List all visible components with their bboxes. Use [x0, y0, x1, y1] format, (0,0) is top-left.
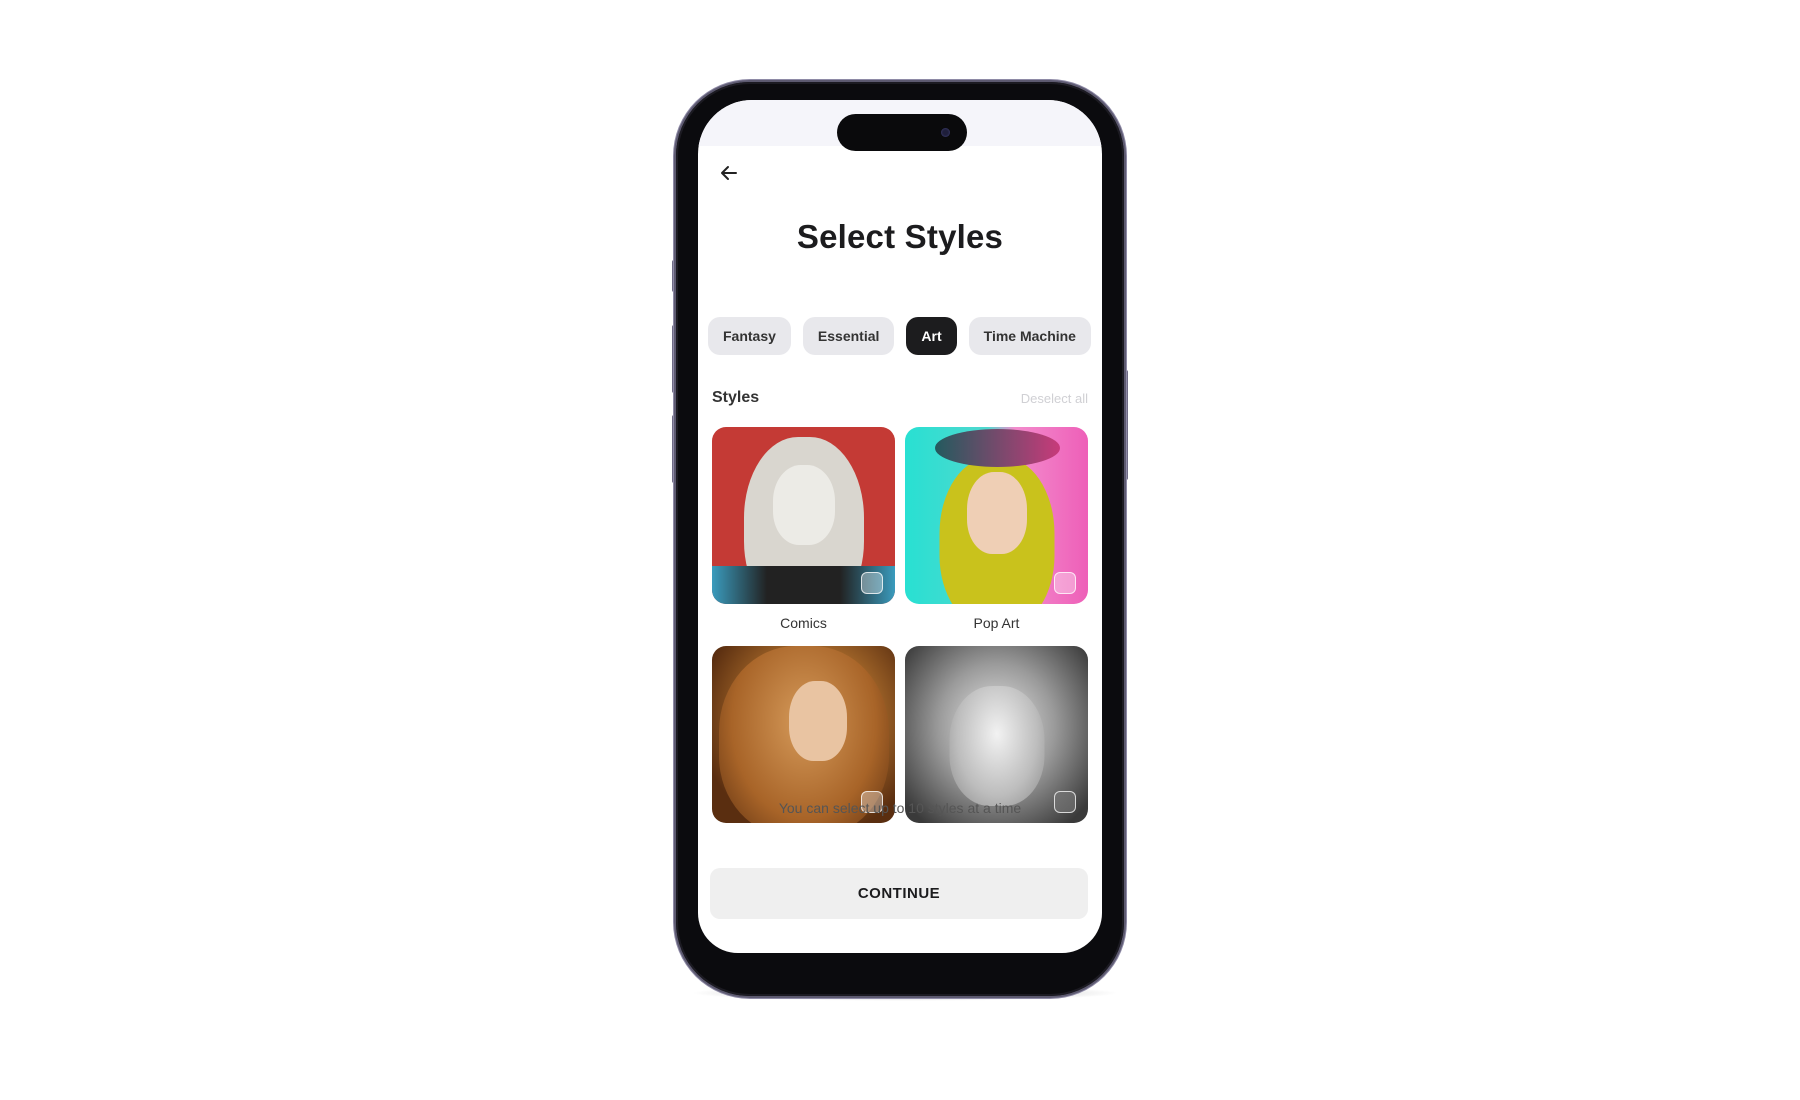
style-label [905, 823, 1088, 865]
dynamic-island [837, 114, 967, 151]
page-title: Select Styles [796, 218, 1004, 255]
style-label: Pop Art [973, 615, 1020, 631]
deselect-all-link[interactable]: Deselect all [1021, 391, 1088, 406]
tab-fantasy[interactable]: Fantasy [708, 317, 791, 355]
style-thumbnail [712, 646, 895, 823]
continue-button[interactable]: CONTINUE [710, 868, 1088, 919]
select-checkbox[interactable] [1054, 572, 1076, 594]
portrait-face [966, 472, 1027, 554]
style-card-4[interactable] [905, 646, 1088, 865]
tab-essential[interactable]: Essential [802, 317, 895, 355]
section-title: Styles [712, 389, 760, 406]
phone-frame: Select Styles Fantasy Essential Art Time… [676, 82, 1124, 996]
camera-icon [941, 128, 950, 137]
portrait-face [949, 686, 1044, 806]
arrow-left-icon [721, 166, 737, 180]
style-label [712, 823, 895, 865]
style-card-pop-art[interactable]: Pop Art [905, 427, 1088, 646]
portrait-face [789, 681, 848, 761]
tab-time-machine[interactable]: Time Machine [968, 317, 1091, 355]
app-screen: Select Styles Fantasy Essential Art Time… [698, 100, 1102, 953]
back-button[interactable] [714, 158, 744, 188]
selection-limit-hint: You can select up to 10 styles at a time [778, 800, 1022, 816]
style-thumbnail [712, 427, 895, 604]
power-button [1124, 370, 1128, 480]
style-card-3[interactable] [712, 646, 895, 865]
portrait-face [772, 465, 835, 545]
style-card-comics[interactable]: Comics [712, 427, 895, 646]
tab-art[interactable]: Art [906, 317, 957, 355]
styles-header: Styles Deselect all [712, 389, 1088, 407]
style-thumbnail [905, 646, 1088, 823]
style-thumbnail [905, 427, 1088, 604]
category-tabs: Fantasy Essential Art Time Machine [708, 317, 1091, 355]
portrait-hat [935, 429, 1060, 467]
select-checkbox[interactable] [861, 572, 883, 594]
style-label: Comics [780, 615, 827, 631]
